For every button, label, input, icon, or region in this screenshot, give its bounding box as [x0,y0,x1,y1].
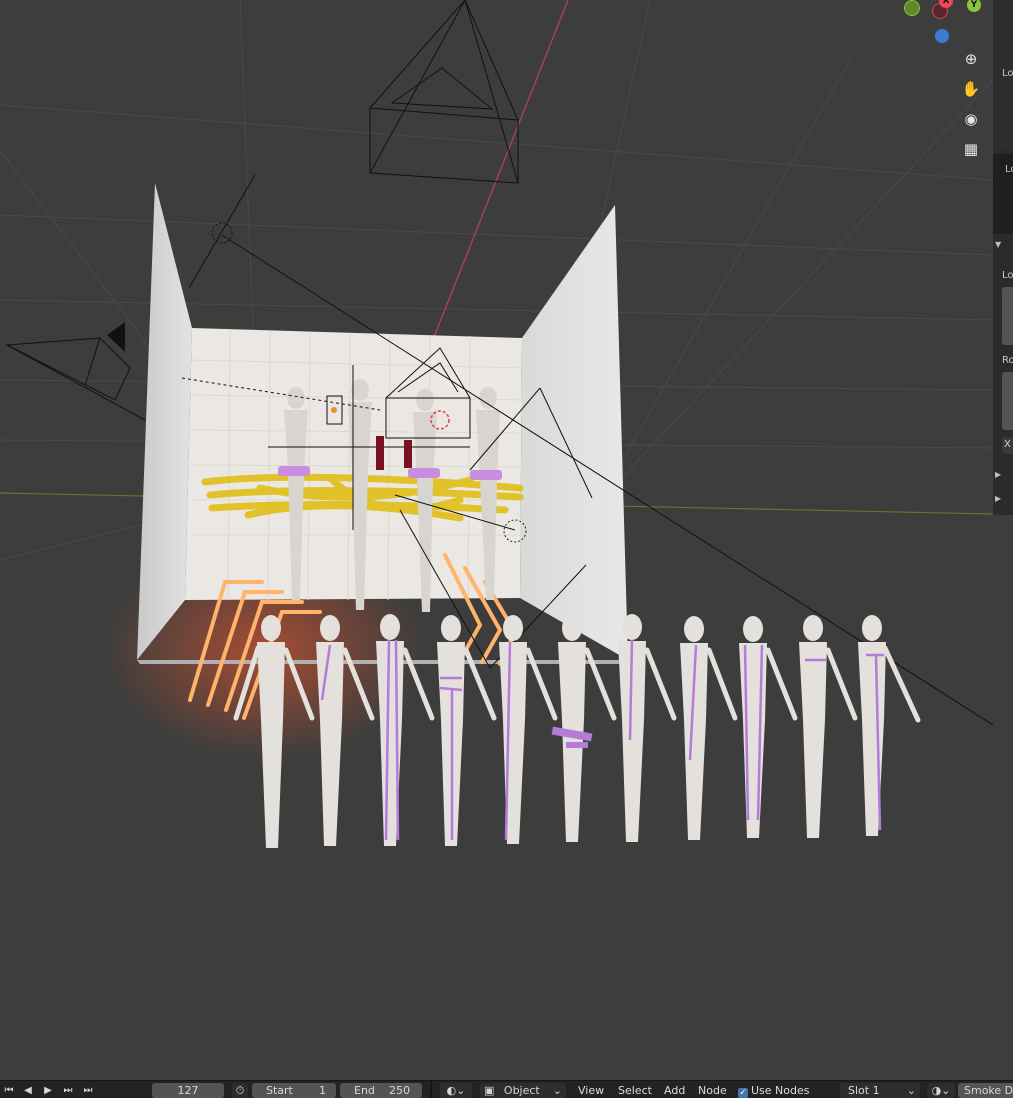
menu-view[interactable]: View [578,1083,604,1098]
camera-view-icon[interactable]: ◉ [958,106,984,132]
material-browse-icon[interactable]: ◑⌄ [927,1083,955,1098]
rotation-fields[interactable] [1002,372,1013,430]
3d-viewport[interactable]: X Y ⊕ ✋ ◉ ▦ [0,0,993,1080]
start-label: Start [266,1084,293,1097]
object-mode-dropdown[interactable]: ▣ Object ⌄ [480,1083,566,1098]
grid-perspective-icon[interactable]: ▦ [958,136,984,162]
end-value: 250 [389,1084,410,1097]
camera-object-top [369,0,519,184]
sidebar-label-location-3: Lo [1002,270,1013,281]
menu-node[interactable]: Node [698,1083,727,1098]
menu-select[interactable]: Select [618,1083,652,1098]
slot-label: Slot 1 [848,1084,880,1097]
expand-arrow-icon-2[interactable]: ▶ [995,494,1001,503]
object-mode-label: Object [503,1084,540,1097]
left-wall [137,183,192,660]
expand-arrow-icon-1[interactable]: ▶ [995,470,1001,479]
pan-hand-icon[interactable]: ✋ [958,76,984,102]
stopwatch-icon[interactable]: ⏱ [232,1083,248,1098]
slot-dropdown[interactable]: Slot 1 ⌄ [840,1083,920,1098]
play-reverse-icon[interactable]: ◀ [21,1084,35,1098]
use-nodes-label: Use Nodes [751,1084,810,1097]
bottom-header-bar: ⏮ ◀ ▶ ⏭ ⏭ 127 ⏱ Start 1 End 250 ◐⌄ ▣ Obj… [0,1080,1013,1098]
gizmo-x-label: X [942,0,950,6]
gizmo-neg-y[interactable] [904,0,920,16]
zoom-icon[interactable]: ⊕ [958,46,984,72]
slot-chevron-icon: ⌄ [906,1084,916,1097]
start-frame-field[interactable]: Start 1 [252,1083,336,1098]
end-label: End [354,1084,375,1097]
dark-red-object-2 [404,440,412,468]
material-name: Smoke Do [964,1084,1013,1097]
jump-start-icon[interactable]: ⏮ [2,1084,16,1098]
jump-end-icon[interactable]: ⏭ [81,1084,95,1098]
sidebar-panel[interactable]: Lo Lo ▼ Lo Ro X ▶ ▶ [993,0,1013,515]
start-value: 1 [319,1084,326,1097]
editor-type-icon[interactable]: ◐⌄ [440,1083,472,1098]
rotation-mode-field[interactable]: X [1002,437,1013,454]
location-fields[interactable] [1002,287,1013,345]
chevron-down-icon: ⌄ [552,1084,562,1097]
area-divider [430,1081,432,1098]
object-mode-icon: ▣ [484,1084,495,1097]
material-name-field[interactable]: Smoke Do [958,1083,1013,1098]
sidebar-label-rotation: Ro [1002,355,1013,366]
sidebar-label-location-1: Lo [1002,68,1013,79]
sidebar-label-location-2: Lo [1005,164,1013,175]
end-frame-field[interactable]: End 250 [340,1083,422,1098]
menu-add[interactable]: Add [664,1083,685,1098]
origin-dot [331,407,337,413]
gizmo-y-label: Y [970,0,978,10]
scene-render [0,0,993,848]
gizmo-z-axis[interactable] [935,29,949,43]
current-frame-field[interactable]: 127 [152,1083,224,1098]
mannequin-row [233,614,921,848]
dark-red-object [376,436,384,470]
play-icon[interactable]: ▶ [41,1084,55,1098]
rotation-mode-label: X [1004,439,1011,450]
use-nodes-checkbox[interactable]: ✓ Use Nodes [738,1083,810,1098]
next-keyframe-icon[interactable]: ⏭ [61,1084,75,1098]
collapse-arrow-icon[interactable]: ▼ [995,240,1001,249]
right-wall [520,205,628,660]
